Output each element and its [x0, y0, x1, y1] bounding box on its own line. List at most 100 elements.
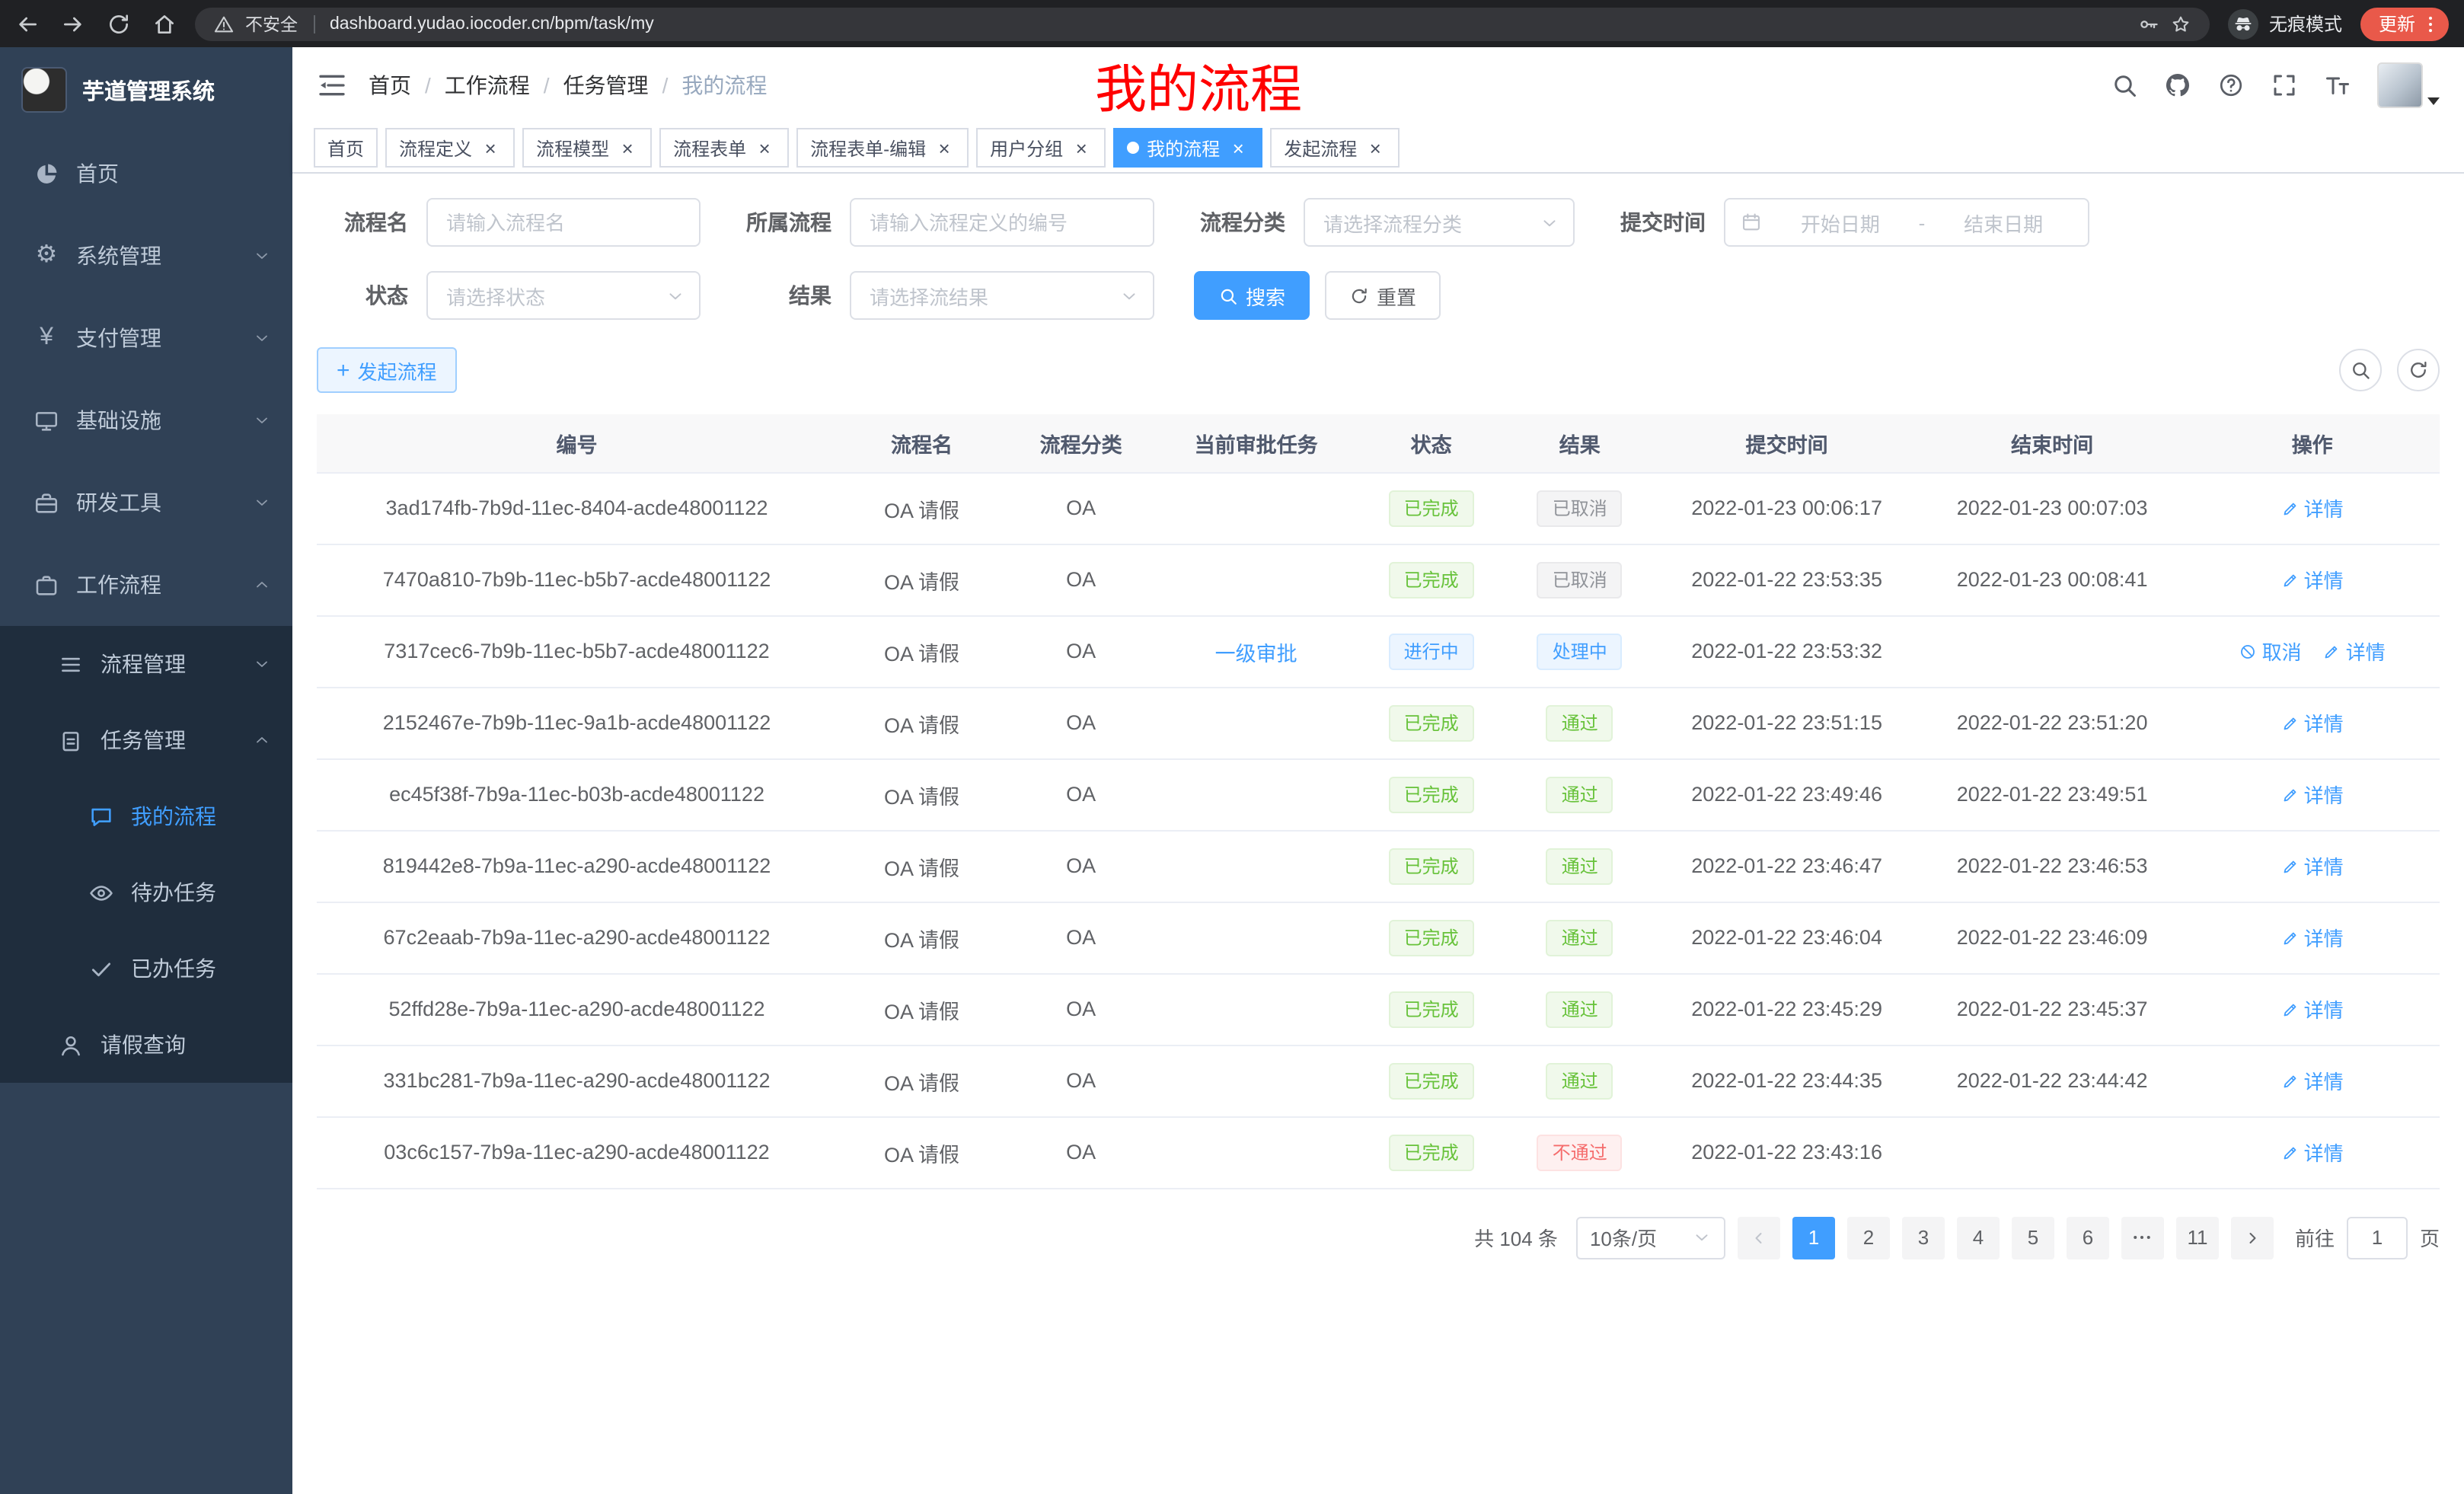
help-icon[interactable]	[2217, 72, 2245, 99]
page-11-button[interactable]: 11	[2176, 1216, 2219, 1259]
action-label: 详情	[2304, 493, 2344, 522]
cell-status: 进行中	[1357, 615, 1505, 687]
detail-action-link[interactable]: 详情	[2281, 994, 2344, 1023]
detail-action-link[interactable]: 详情	[2281, 493, 2344, 522]
process-name-input[interactable]	[426, 198, 701, 247]
current-task-link[interactable]: 一级审批	[1215, 642, 1297, 665]
bookmark-star-icon[interactable]	[2170, 13, 2191, 34]
chevron-down-icon	[253, 247, 271, 265]
chevron-down-icon	[1540, 212, 1559, 232]
sidebar-item-process-management[interactable]: 流程管理	[0, 626, 292, 702]
page-6-button[interactable]: 6	[2067, 1216, 2109, 1259]
breadcrumb-item[interactable]: 工作流程	[445, 70, 530, 101]
tab-start-process[interactable]: 发起流程×	[1270, 128, 1400, 168]
reset-button[interactable]: 重置	[1325, 271, 1441, 320]
page-5-button[interactable]: 5	[2012, 1216, 2054, 1259]
cancel-action-link[interactable]: 取消	[2239, 637, 2302, 666]
sidebar-item-task-management[interactable]: 任务管理	[0, 702, 292, 778]
browser-reload-icon[interactable]	[107, 11, 131, 36]
more-pages-button[interactable]	[2121, 1216, 2164, 1259]
tab-process-form[interactable]: 流程表单×	[659, 128, 789, 168]
table-row: 2152467e-7b9b-11ec-9a1b-acde48001122OA 请…	[317, 687, 2440, 758]
sidebar-toggle-icon[interactable]	[317, 70, 347, 101]
chrome-update-button[interactable]: 更新	[2360, 7, 2449, 40]
parent-process-input[interactable]	[850, 198, 1154, 247]
breadcrumb-item[interactable]: 首页	[369, 70, 411, 101]
sidebar-item-leave-query[interactable]: 请假查询	[0, 1007, 292, 1083]
next-page-button[interactable]	[2231, 1216, 2274, 1259]
search-button[interactable]: 搜索	[1194, 271, 1310, 320]
page-3-button[interactable]: 3	[1902, 1216, 1945, 1259]
detail-action-link[interactable]: 详情	[2281, 1066, 2344, 1095]
cell-result: 已取消	[1505, 544, 1654, 615]
tab-close-icon[interactable]: ×	[934, 137, 955, 158]
browser-back-icon[interactable]	[15, 11, 40, 36]
detail-action-link[interactable]: 详情	[2281, 1138, 2344, 1167]
column-header: 结束时间	[1920, 414, 2185, 472]
breadcrumb-item[interactable]: 任务管理	[563, 70, 649, 101]
tab-close-icon[interactable]: ×	[1071, 137, 1092, 158]
not-secure-warning-icon[interactable]	[213, 13, 235, 34]
tab-close-icon[interactable]: ×	[480, 137, 501, 158]
tab-close-icon[interactable]: ×	[1364, 137, 1386, 158]
chrome-menu-dots-icon[interactable]	[2420, 13, 2441, 34]
breadcrumb-separator: /	[662, 73, 669, 97]
status-select[interactable]: 请选择状态	[426, 271, 701, 320]
parent-process-label: 所属流程	[740, 207, 850, 238]
prev-page-button[interactable]	[1738, 1216, 1780, 1259]
sidebar-item-workflow[interactable]: 工作流程	[0, 544, 292, 626]
page-size-select[interactable]: 10条/页	[1576, 1216, 1725, 1259]
tab-close-icon[interactable]: ×	[1227, 137, 1249, 158]
github-icon[interactable]	[2164, 72, 2191, 99]
cell-current-task	[1155, 1045, 1357, 1116]
sidebar-item-system-management[interactable]: ⚙系统管理	[0, 215, 292, 297]
refresh-table-button[interactable]	[2397, 349, 2440, 391]
detail-action-link[interactable]: 详情	[2281, 708, 2344, 737]
sidebar-item-infrastructure[interactable]: 基础设施	[0, 379, 292, 461]
table-row: ec45f38f-7b9a-11ec-b03b-acde48001122OA 请…	[317, 758, 2440, 830]
user-avatar[interactable]	[2377, 62, 2440, 108]
tab-process-definition[interactable]: 流程定义×	[385, 128, 515, 168]
cell-actions: 详情	[2185, 1116, 2440, 1188]
menu-item-label: 我的流程	[131, 801, 271, 832]
page-2-button[interactable]: 2	[1847, 1216, 1890, 1259]
app-logo[interactable]: 芋道管理系统	[0, 47, 292, 132]
sidebar-item-my-process[interactable]: 我的流程	[0, 778, 292, 854]
submit-time-range-picker[interactable]: 开始日期 - 结束日期	[1724, 198, 2089, 247]
sidebar-item-done-tasks[interactable]: 已办任务	[0, 931, 292, 1007]
result-select[interactable]: 请选择流结果	[850, 271, 1154, 320]
fullscreen-icon[interactable]	[2271, 72, 2298, 99]
password-key-icon[interactable]	[2138, 13, 2159, 34]
detail-action-link[interactable]: 详情	[2323, 637, 2386, 666]
result-tag: 通过	[1546, 919, 1613, 956]
detail-action-link[interactable]: 详情	[2281, 923, 2344, 952]
browser-forward-icon[interactable]	[61, 11, 85, 36]
search-icon[interactable]	[2111, 72, 2138, 99]
create-process-button[interactable]: + 发起流程	[317, 347, 457, 393]
category-select[interactable]: 请选择流程分类	[1304, 198, 1575, 247]
detail-action-link[interactable]: 详情	[2281, 565, 2344, 594]
page-4-button[interactable]: 4	[1957, 1216, 2000, 1259]
tab-process-model[interactable]: 流程模型×	[522, 128, 652, 168]
page-1-button[interactable]: 1	[1792, 1216, 1835, 1259]
tab-process-form-edit[interactable]: 流程表单-编辑×	[796, 128, 969, 168]
sidebar-item-home[interactable]: 首页	[0, 132, 292, 215]
tab-my-process[interactable]: 我的流程×	[1113, 128, 1262, 168]
toggle-search-button[interactable]	[2339, 349, 2382, 391]
tab-close-icon[interactable]: ×	[754, 137, 775, 158]
detail-action-link[interactable]: 详情	[2281, 851, 2344, 880]
sidebar-item-dev-tools[interactable]: 研发工具	[0, 461, 292, 544]
sidebar-item-todo-tasks[interactable]: 待办任务	[0, 854, 292, 931]
cell-process-name: OA 请假	[837, 830, 1007, 902]
detail-action-link[interactable]: 详情	[2281, 780, 2344, 809]
browser-home-icon[interactable]	[152, 11, 177, 36]
cell-actions: 详情	[2185, 1045, 2440, 1116]
goto-page-input[interactable]	[2347, 1216, 2408, 1259]
font-size-icon[interactable]	[2324, 72, 2351, 99]
sidebar-item-payment-management[interactable]: ¥支付管理	[0, 297, 292, 379]
tab-home[interactable]: 首页	[314, 128, 378, 168]
tab-user-group[interactable]: 用户分组×	[976, 128, 1106, 168]
tab-close-icon[interactable]: ×	[617, 137, 638, 158]
address-bar[interactable]: 不安全 dashboard.yudao.iocoder.cn/bpm/task/…	[195, 7, 2210, 40]
cell-submit-time: 2022-01-22 23:49:46	[1654, 758, 1920, 830]
